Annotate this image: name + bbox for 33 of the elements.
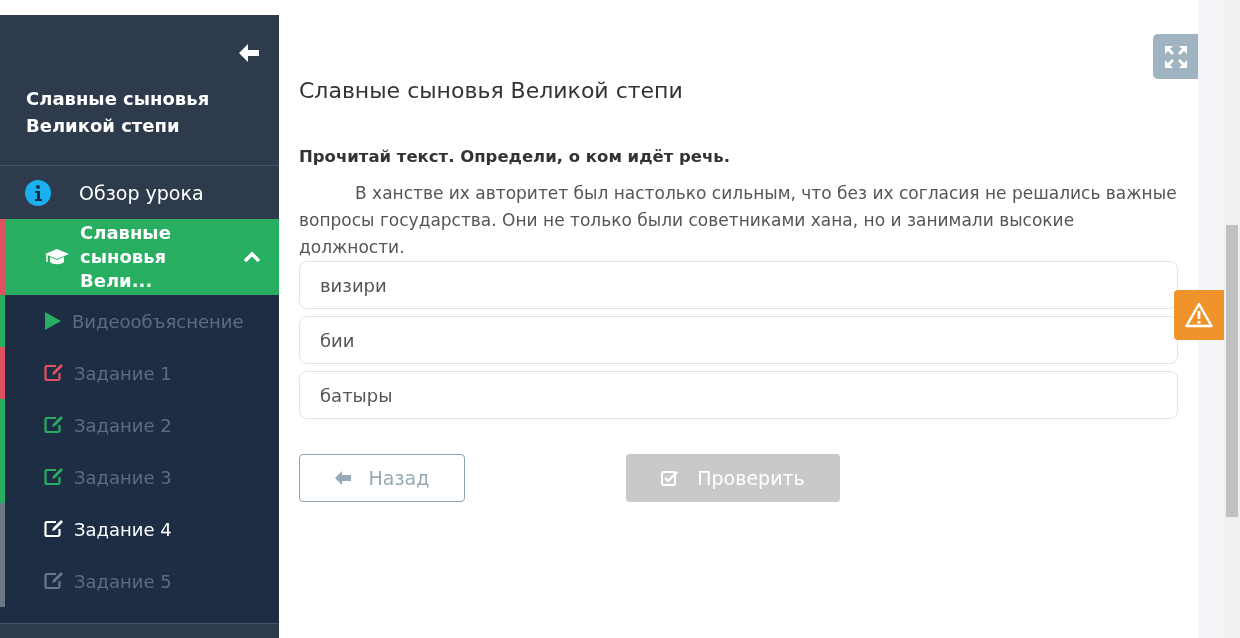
checkbox-icon xyxy=(661,470,680,486)
edit-icon xyxy=(44,468,64,486)
question-text: Прочитай текст. Определи, о ком идёт речь. xyxy=(299,147,732,166)
lesson-step-item[interactable]: Задание 4 xyxy=(0,503,279,555)
back-arrow-icon[interactable] xyxy=(238,43,260,63)
lesson-step-item[interactable]: Задание 5 xyxy=(0,555,279,607)
edit-icon xyxy=(44,364,64,382)
back-button[interactable]: Назад xyxy=(299,454,465,502)
page-title: Славные сыновья Великой степи xyxy=(299,78,684,103)
edit-icon xyxy=(44,416,64,434)
answer-option[interactable]: батыры xyxy=(299,371,1178,419)
graduation-cap-icon xyxy=(44,247,70,267)
answer-option[interactable]: визири xyxy=(299,261,1178,309)
report-button[interactable] xyxy=(1174,290,1224,340)
expand-icon xyxy=(1163,44,1188,69)
edit-icon xyxy=(44,572,64,590)
lesson-step-item[interactable]: Задание 3 xyxy=(0,451,279,503)
scrollbar[interactable] xyxy=(1224,0,1240,638)
chevron-icon xyxy=(243,251,261,263)
play-icon xyxy=(44,311,62,331)
answer-option[interactable]: бии xyxy=(299,316,1178,364)
edit-icon xyxy=(44,520,64,538)
reading-passage: В ханстве их авторитет был настолько сильным, что без их согласия не решались важные вопросы государства. Они не только были советниками хана, но и занимали высокие должности. xyxy=(299,182,1178,259)
warning-icon xyxy=(1185,302,1213,328)
lesson-step-item[interactable]: Задание 1 xyxy=(0,347,279,399)
lesson-step-item[interactable]: Видеообъяснение xyxy=(0,295,279,347)
fullscreen-button[interactable] xyxy=(1153,34,1198,79)
arrow-left-icon xyxy=(334,471,351,485)
info-icon xyxy=(25,179,51,206)
lesson-step-item[interactable]: Задание 2 xyxy=(0,399,279,451)
course-title: Славные сыновья Великой степи xyxy=(0,65,279,166)
lesson-item[interactable]: Славные сыновья Вели... xyxy=(0,219,279,295)
overview-item[interactable]: Обзор урока xyxy=(0,166,279,219)
